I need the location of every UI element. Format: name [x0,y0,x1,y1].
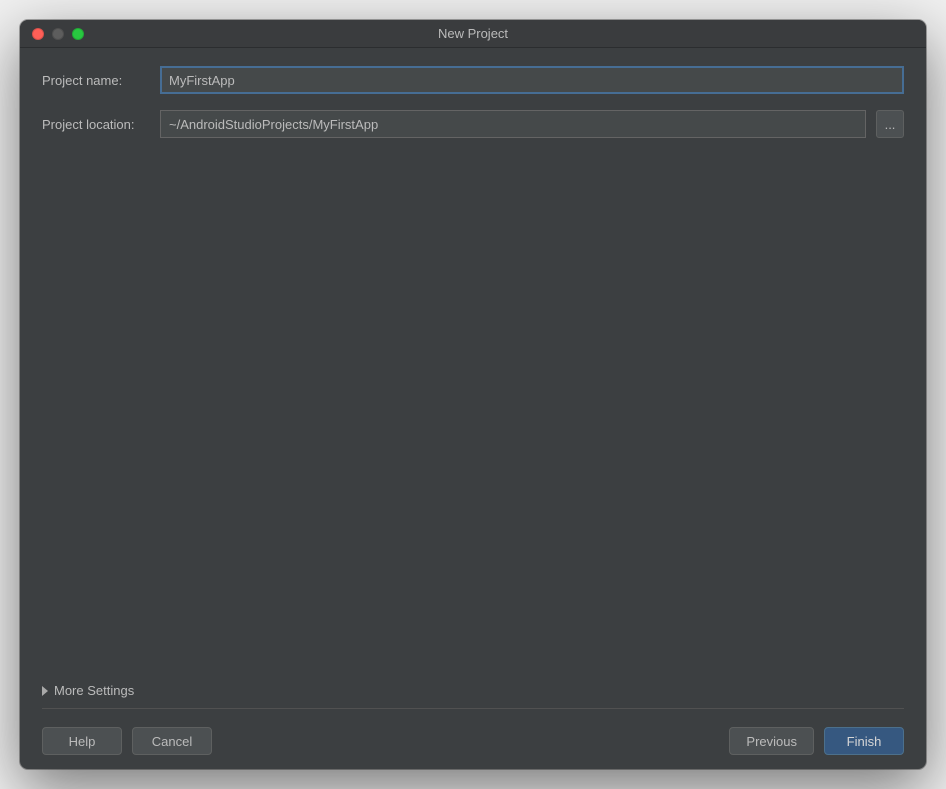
button-bar: Help Cancel Previous Finish [42,709,904,755]
maximize-window-button[interactable] [72,28,84,40]
minimize-window-button[interactable] [52,28,64,40]
titlebar[interactable]: New Project [20,20,926,48]
project-name-row: Project name: [42,66,904,94]
cancel-button[interactable]: Cancel [132,727,212,755]
new-project-dialog: New Project Project name: Project locati… [20,20,926,769]
close-window-button[interactable] [32,28,44,40]
content-spacer [42,154,904,677]
project-location-label: Project location: [42,117,150,132]
dialog-content: Project name: Project location: ... More… [20,48,926,769]
previous-button[interactable]: Previous [729,727,814,755]
browse-location-button[interactable]: ... [876,110,904,138]
project-location-row: Project location: ... [42,110,904,138]
more-settings-toggle[interactable]: More Settings [42,677,904,709]
finish-button[interactable]: Finish [824,727,904,755]
more-settings-label: More Settings [54,683,134,698]
project-location-input[interactable] [160,110,866,138]
window-title: New Project [20,26,926,41]
window-controls [20,28,84,40]
help-button[interactable]: Help [42,727,122,755]
chevron-right-icon [42,686,48,696]
project-name-label: Project name: [42,73,150,88]
ellipsis-icon: ... [885,117,896,132]
project-name-input[interactable] [160,66,904,94]
